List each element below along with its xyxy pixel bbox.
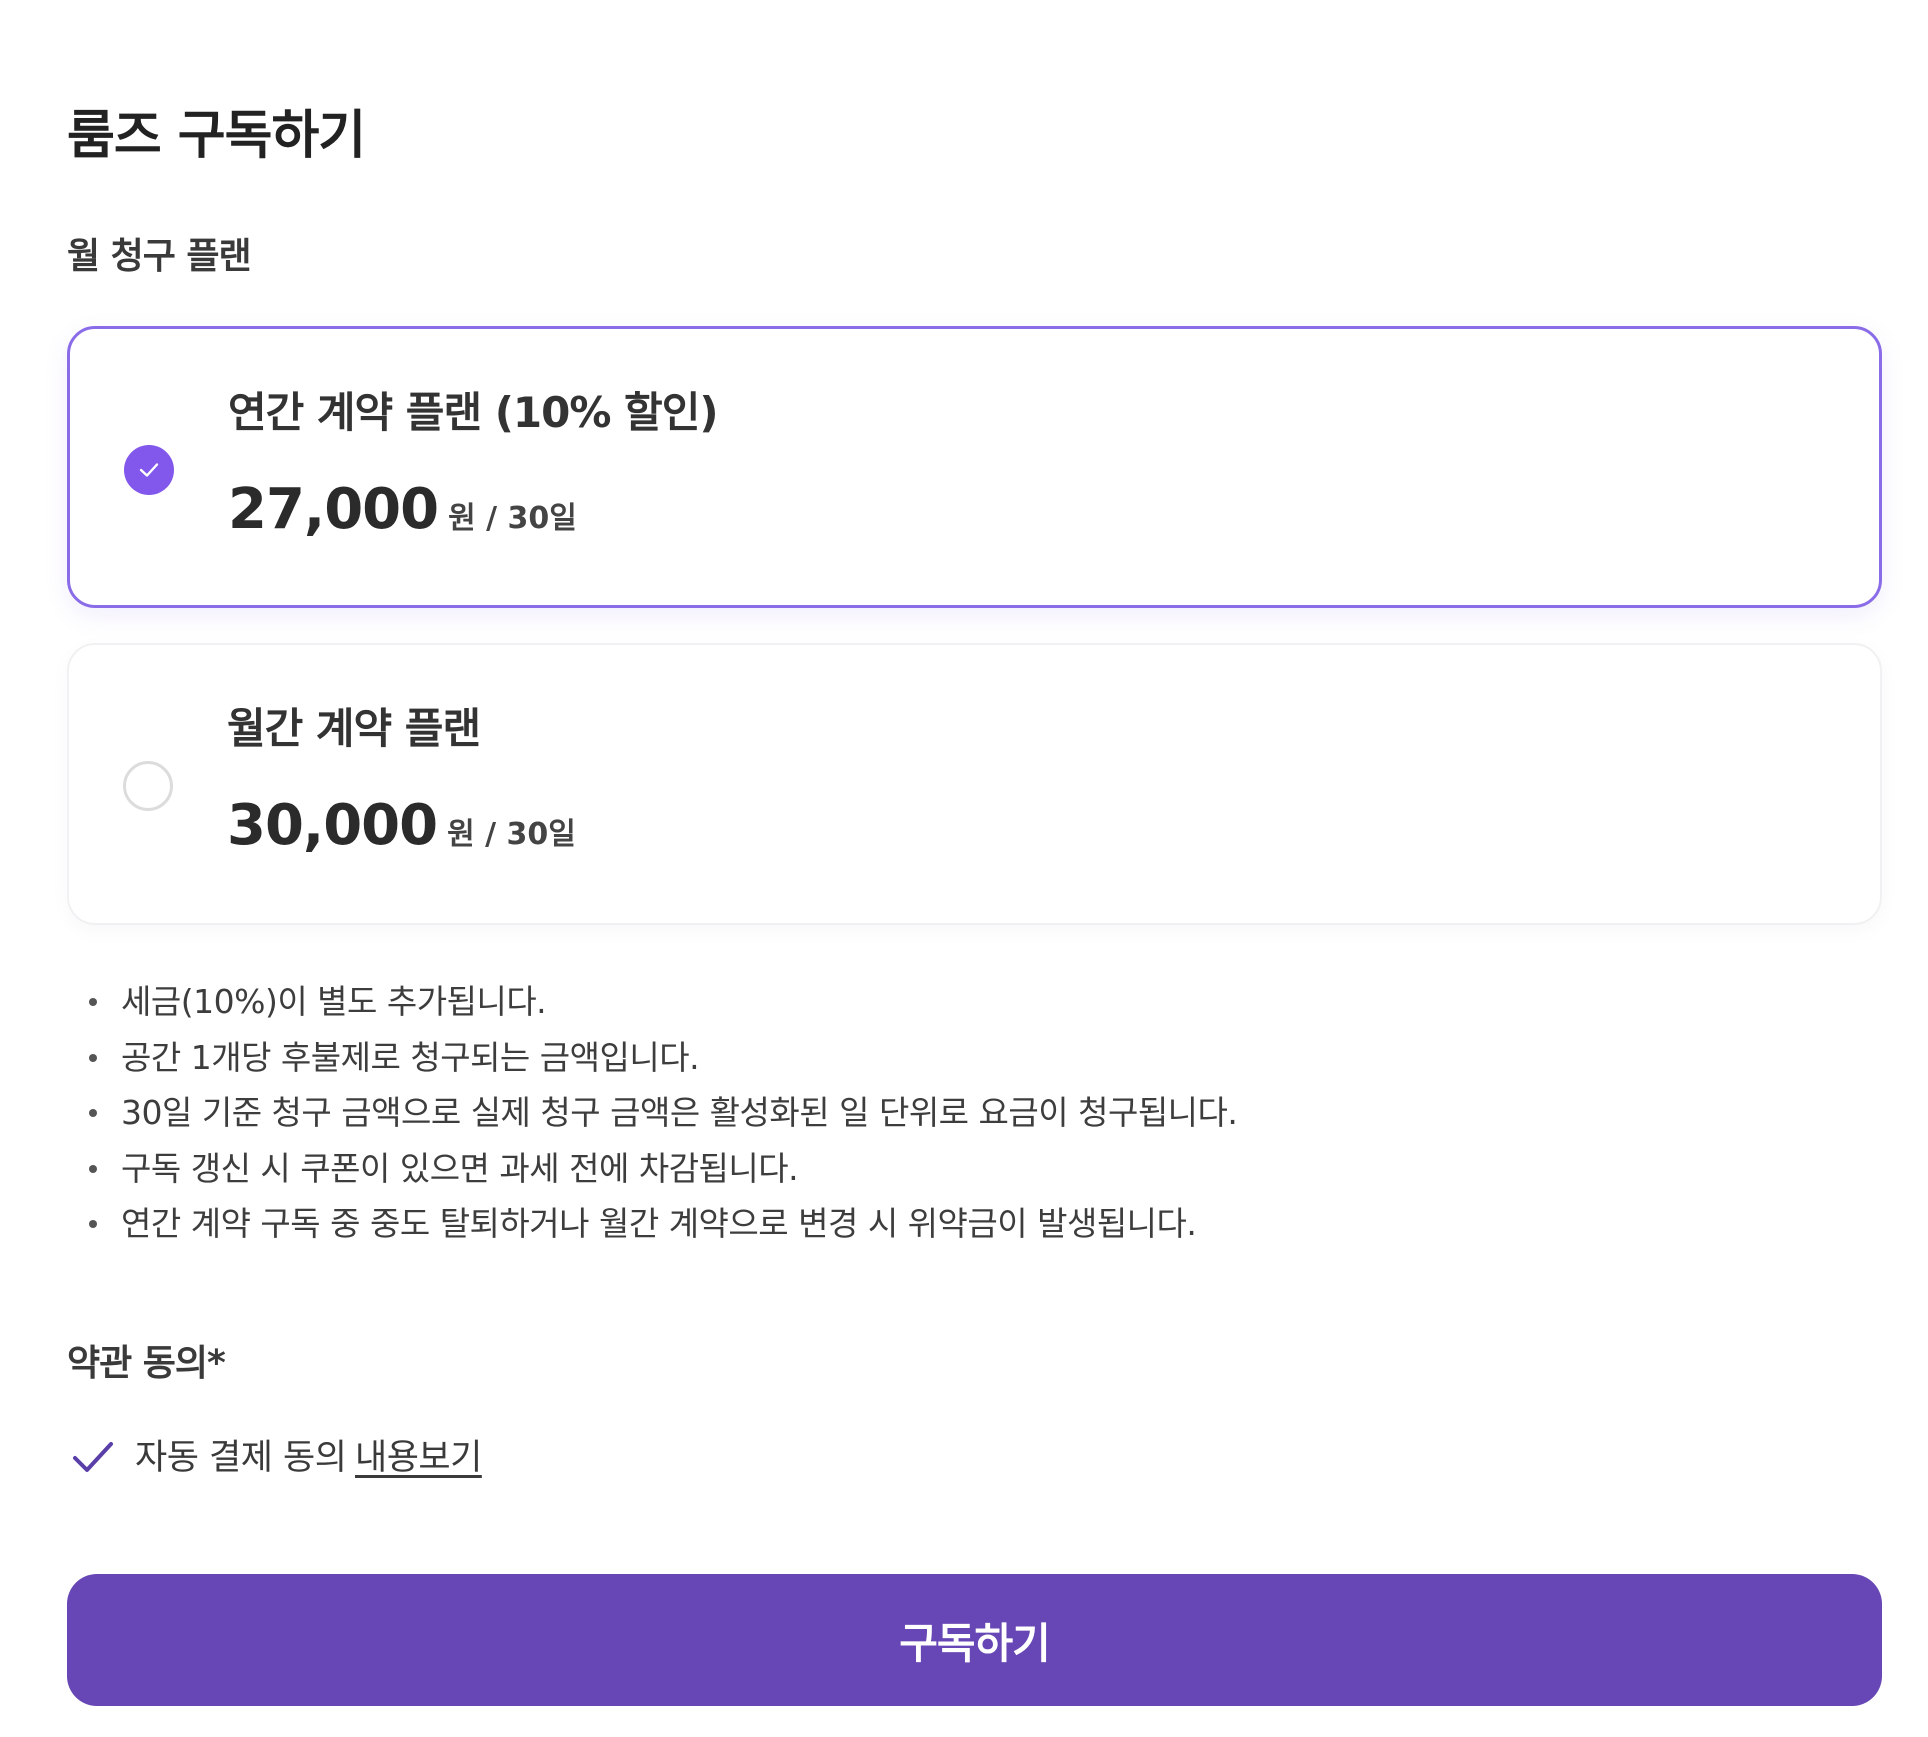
page-title: 룸즈 구독하기 xyxy=(67,105,366,166)
plan-price: 27,000 원 / 30일 xyxy=(228,475,577,558)
note-text: 공간 1개당 후불제로 청구되는 금액입니다. xyxy=(121,1037,700,1077)
notes-list: 세금(10%)이 별도 추가됩니다. 공간 1개당 후불제로 청구되는 금액입니… xyxy=(67,974,1238,1252)
radio-selected-icon[interactable] xyxy=(124,445,174,495)
subscribe-button[interactable]: 구독하기 xyxy=(67,1574,1882,1706)
price-value: 27,000 xyxy=(228,477,439,542)
plan-name: 연간 계약 플랜 (10% 할인) xyxy=(228,388,719,437)
subscription-page: 룸즈 구독하기 월 청구 플랜 연간 계약 플랜 (10% 할인) 27,000… xyxy=(67,0,1882,1737)
auto-payment-label[interactable]: 자동 결제 동의 xyxy=(135,1430,347,1486)
plan-name: 월간 계약 플랜 xyxy=(227,704,481,753)
list-item: 공간 1개당 후불제로 청구되는 금액입니다. xyxy=(67,1030,1237,1086)
list-item: 연간 계약 구독 중 중도 탈퇴하거나 월간 계약으로 변경 시 위약금이 발생… xyxy=(67,1196,1237,1252)
plan-card-monthly[interactable]: 월간 계약 플랜 30,000 원 / 30일 xyxy=(67,643,1882,925)
bullet-icon xyxy=(89,998,97,1006)
note-text: 연간 계약 구독 중 중도 탈퇴하거나 월간 계약으로 변경 시 위약금이 발생… xyxy=(121,1204,1197,1243)
bullet-icon xyxy=(89,1053,97,1062)
note-text: 30일 기준 청구 금액으로 실제 청구 금액은 활성화된 일 단위로 요금이 … xyxy=(121,1093,1238,1132)
plan-section-label: 월 청구 플랜 xyxy=(67,236,252,277)
bullet-icon xyxy=(89,1164,97,1173)
list-item: 30일 기준 청구 금액으로 실제 청구 금액은 활성화된 일 단위로 요금이 … xyxy=(67,1085,1238,1141)
plan-card-annual[interactable]: 연간 계약 플랜 (10% 할인) 27,000 원 / 30일 xyxy=(67,326,1882,608)
terms-section-label: 약관 동의* xyxy=(67,1343,226,1384)
note-text: 구독 갱신 시 쿠폰이 있으면 과세 전에 차감됩니다. xyxy=(121,1148,799,1188)
checkmark-icon[interactable] xyxy=(71,1438,115,1478)
price-value: 30,000 xyxy=(227,793,438,858)
note-text: 세금(10%)이 별도 추가됩니다. xyxy=(121,982,547,1021)
price-unit: 원 / 30일 xyxy=(447,817,576,852)
radio-unselected-icon[interactable] xyxy=(123,761,173,811)
bullet-icon xyxy=(89,1220,97,1228)
list-item: 세금(10%)이 별도 추가됩니다. xyxy=(67,974,1237,1030)
bullet-icon xyxy=(89,1109,97,1117)
price-unit: 원 / 30일 xyxy=(448,501,577,536)
plan-price: 30,000 원 / 30일 xyxy=(227,791,576,874)
list-item: 구독 갱신 시 쿠폰이 있으면 과세 전에 차감됩니다. xyxy=(67,1141,1237,1197)
view-terms-link[interactable]: 내용보기 xyxy=(355,1430,482,1486)
